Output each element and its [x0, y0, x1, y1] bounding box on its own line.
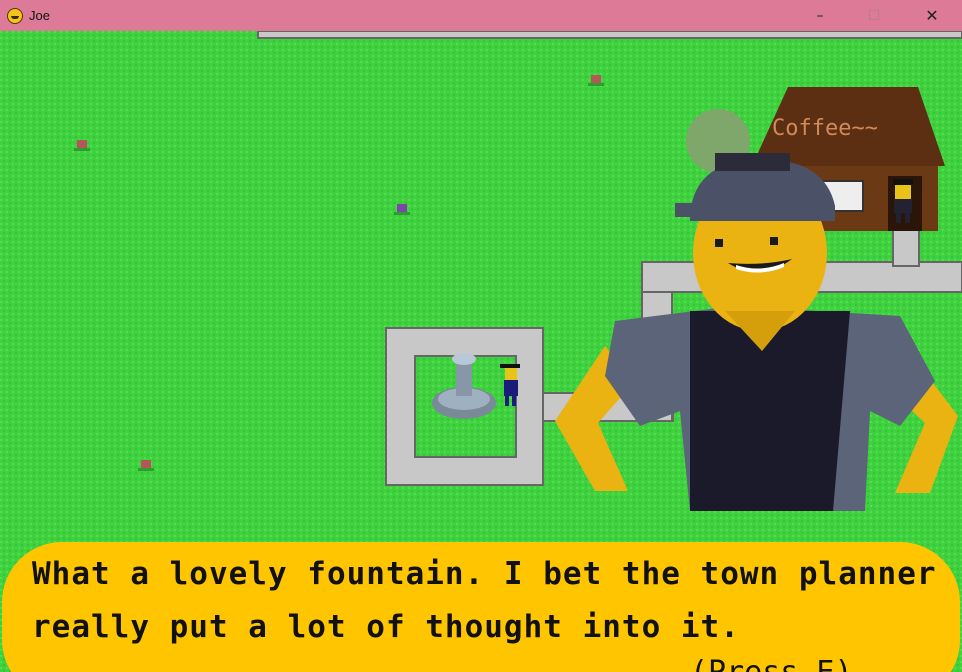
- minimize-button[interactable]: –: [797, 0, 843, 31]
- shop-sign: Coffee~~: [772, 116, 878, 141]
- game-viewport[interactable]: Coffee~~ What a lovely fountain. I bet t…: [0, 31, 962, 672]
- dialog-line-1: What a lovely fountain. I bet the town p…: [32, 556, 937, 592]
- continue-prompt: (Press E): [690, 655, 853, 672]
- dialog-line-2: really put a lot of thought into it.: [32, 609, 740, 645]
- top-path: [257, 31, 962, 39]
- dialog-box: What a lovely fountain. I bet the town p…: [2, 542, 960, 672]
- game-window: Joe – ☐ ✕ Coffee~~ What a lovely fountai…: [0, 0, 962, 672]
- window-title: Joe: [29, 8, 50, 23]
- app-icon: [7, 7, 23, 24]
- close-button[interactable]: ✕: [909, 0, 955, 31]
- maximize-button[interactable]: ☐: [851, 0, 897, 31]
- title-bar[interactable]: Joe – ☐ ✕: [0, 0, 962, 31]
